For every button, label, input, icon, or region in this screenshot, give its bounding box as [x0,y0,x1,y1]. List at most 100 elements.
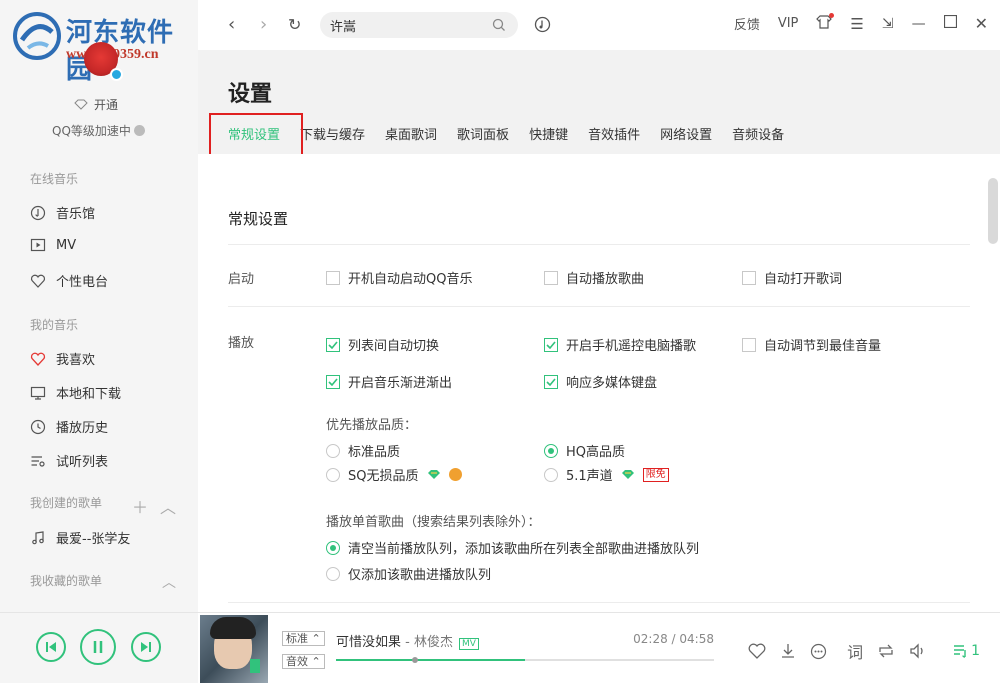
favorite-icon[interactable] [748,643,766,659]
sidebar-item-playlist[interactable]: 最爱--张学友 [30,528,130,547]
quality-hq-radio[interactable]: HQ高品质 [544,441,625,460]
sidebar-item-radio[interactable]: 个性电台 [30,271,108,290]
startup-label: 启动 [228,272,255,287]
sidebar: 河东软件园 www.pc0359.cn 开通 QQ等级加速中 在线音乐 音乐馆 … [0,0,198,612]
tab-download-cache[interactable]: 下载与缓存 [300,124,365,158]
section-created-playlists: 我创建的歌单 [30,496,103,510]
maximize-icon[interactable] [943,14,957,32]
sidebar-item-label: 播放历史 [56,421,109,436]
scrollbar[interactable] [988,178,998,244]
radio-icon [326,467,340,482]
player-bar: 标准 ⌃ 音效 ⌃ 可惜没如果 - 林俊杰 MV 02:28 / 04:58 词 … [198,612,1000,683]
option-label: HQ高品质 [566,445,626,460]
quality-sq-radio[interactable]: SQ无损品质 [326,465,462,484]
option-label: 5.1声道 [566,469,613,484]
volume-icon[interactable] [909,643,927,659]
notification-dot [829,12,835,18]
autoplay-checkbox[interactable]: 自动播放歌曲 [544,268,644,287]
back-icon[interactable]: ‹ [228,14,235,35]
checkbox-checked-icon [326,337,340,352]
tab-desktop-lyrics[interactable]: 桌面歌词 [385,124,437,158]
auto-lyrics-checkbox[interactable]: 自动打开歌词 [742,268,842,287]
sidebar-item-label: 我喜欢 [56,353,96,368]
minimize-icon[interactable]: — [912,16,926,32]
checkbox-checked-icon [544,337,558,352]
sq-badge-icon [448,468,462,481]
divider [228,602,970,603]
tab-shortcuts[interactable]: 快捷键 [529,124,568,158]
collapse-collected-icon[interactable]: ︿ [162,572,176,592]
more-icon[interactable] [810,643,827,660]
option-label: 清空当前播放队列，添加该歌曲所在列表全部歌曲进播放队列 [348,542,700,557]
refresh-icon[interactable]: ↻ [288,15,301,34]
sidebar-item-trial-list[interactable]: 试听列表 [30,451,108,470]
feedback-button[interactable]: 反馈 [734,14,760,33]
download-icon[interactable] [780,643,796,659]
skin-icon[interactable] [816,12,835,33]
option-label: 开启手机遥控电脑播歌 [566,339,697,354]
mini-mode-icon[interactable]: ⇲ [882,16,894,32]
sidebar-item-label: 最爱--张学友 [56,532,131,547]
loop-icon[interactable] [877,643,895,659]
mv-tag[interactable]: MV [458,638,479,650]
option-label: 开启音乐渐进渐出 [348,376,453,391]
qq-badge-icon [110,68,123,81]
replace-queue-radio[interactable]: 清空当前播放队列，添加该歌曲所在列表全部歌曲进播放队列 [326,538,699,557]
watermark-logo-icon [13,12,61,60]
close-icon[interactable]: ✕ [975,14,988,33]
previous-icon [46,642,56,652]
forward-icon[interactable]: › [260,14,267,35]
collapse-icon[interactable]: ︿ [160,494,176,518]
next-button[interactable] [131,632,161,662]
vip-button[interactable]: VIP [778,16,799,31]
checkbox-box [742,337,756,352]
qq-speed-status[interactable]: QQ等级加速中 [52,122,145,139]
phone-remote-checkbox[interactable]: 开启手机遥控电脑播歌 [544,335,696,354]
auto-volume-checkbox[interactable]: 自动调节到最佳音量 [742,335,881,354]
sidebar-item-mv[interactable]: MV [30,237,76,253]
quality-button[interactable]: 标准 ⌃ [282,631,325,646]
fade-in-out-checkbox[interactable]: 开启音乐渐进渐出 [326,372,452,391]
option-label: 自动播放歌曲 [566,272,645,287]
vip-diamond-icon [621,470,634,479]
tab-network[interactable]: 网络设置 [660,124,712,158]
sidebar-item-history[interactable]: 播放历史 [30,417,108,436]
song-title[interactable]: 可惜没如果 [336,635,401,650]
search-icon[interactable] [492,18,506,32]
song-time: 02:28 / 04:58 [633,632,714,646]
previous-button[interactable] [36,632,66,662]
vip-diamond-icon [427,470,440,479]
auto-switch-list-checkbox[interactable]: 列表间自动切换 [326,335,439,354]
radio-selected-icon [544,443,558,458]
song-artist[interactable]: - 林俊杰 [401,635,453,650]
progress-bar[interactable] [336,657,714,663]
quality-button-label: 标准 [286,632,308,645]
menu-icon[interactable]: ☰ [850,15,863,33]
sidebar-item-label: 试听列表 [56,455,109,470]
media-keys-checkbox[interactable]: 响应多媒体键盘 [544,372,657,391]
quality-51-radio[interactable]: 5.1声道 限免 [544,465,669,484]
sidebar-item-favorites[interactable]: 我喜欢 [30,349,95,368]
sidebar-item-music-hall[interactable]: 音乐馆 [30,203,95,222]
play-label: 播放 [228,336,255,351]
sidebar-item-local[interactable]: 本地和下载 [30,383,121,402]
tab-lyrics-panel[interactable]: 歌词面板 [457,124,509,158]
add-playlist-icon[interactable]: ＋ [132,494,148,518]
radio-icon [30,273,46,289]
pause-icon [93,641,103,653]
album-cover[interactable] [200,615,268,683]
quality-standard-radio[interactable]: 标准品质 [326,441,400,460]
open-vip-button[interactable]: 开通 [74,96,118,113]
add-single-radio[interactable]: 仅添加该歌曲进播放队列 [326,564,491,583]
search-input[interactable]: 许嵩 [320,12,518,38]
progress-knob[interactable] [411,657,418,663]
autostart-checkbox[interactable]: 开机自动启动QQ音乐 [326,268,472,287]
playlist-button[interactable]: 1 [953,643,980,659]
pause-button[interactable] [80,629,116,665]
tab-sound-plugins[interactable]: 音效插件 [588,124,640,158]
tab-audio-device[interactable]: 音频设备 [732,124,784,158]
sound-effect-button[interactable]: 音效 ⌃ [282,654,325,669]
lyrics-button[interactable]: 词 [847,639,863,663]
music-recognize-icon[interactable] [534,16,551,33]
speed-badge-icon [133,125,145,136]
